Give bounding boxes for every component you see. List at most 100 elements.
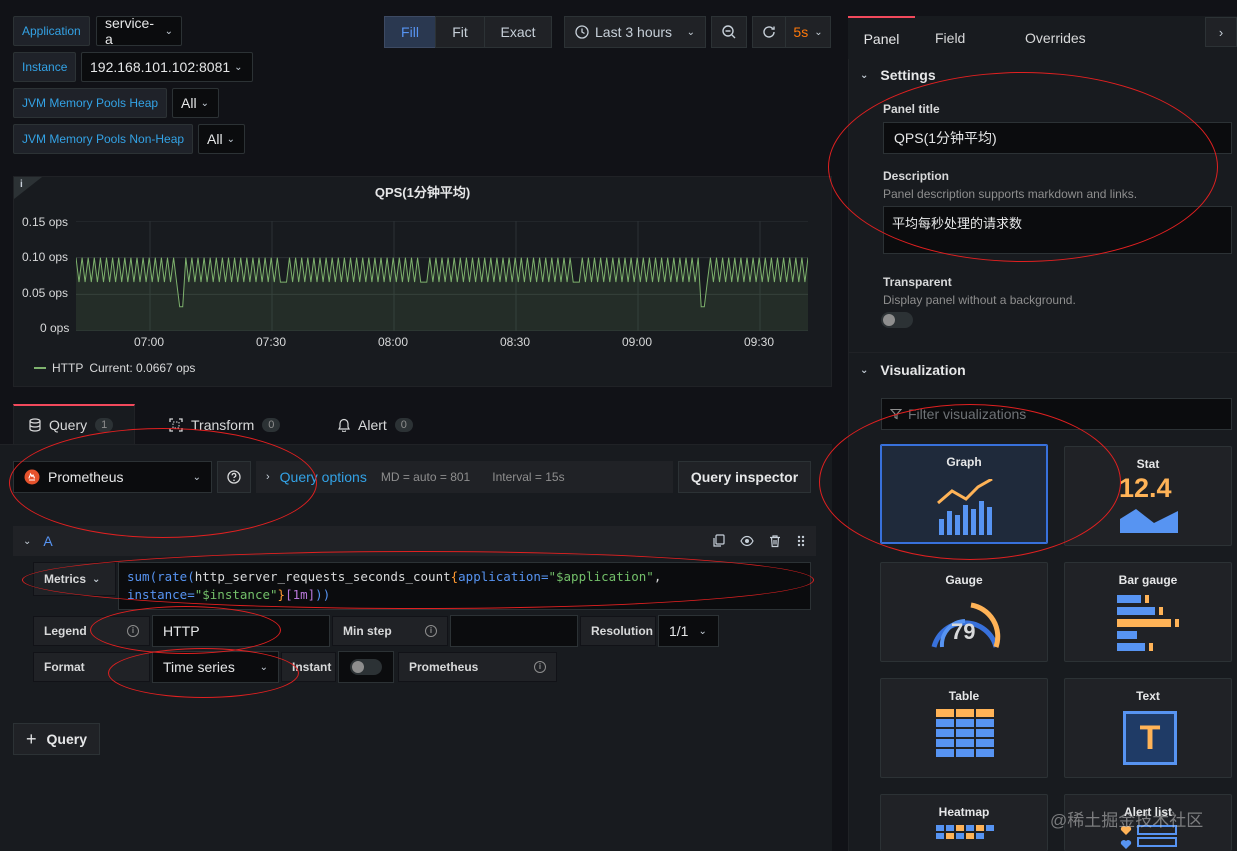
toggle-knob: [352, 661, 364, 673]
query-options-toggle[interactable]: Query options: [280, 469, 367, 485]
graph-viz-icon: [937, 479, 993, 535]
min-step-field-label: Min step i: [332, 616, 448, 646]
description-label: Description: [883, 169, 950, 183]
table-viz-icon: [936, 709, 994, 757]
viz-card-bar-gauge[interactable]: Bar gauge: [1064, 562, 1232, 662]
chevron-down-icon: ⌄: [259, 661, 268, 673]
tab-overrides[interactable]: Overrides: [1025, 30, 1086, 46]
tab-transform[interactable]: Transform 0: [153, 405, 296, 445]
viz-card-stat[interactable]: Stat 12.4: [1064, 446, 1232, 546]
format-select[interactable]: Time series ⌄: [152, 651, 279, 683]
tab-panel[interactable]: Panel: [848, 16, 915, 59]
min-step-label-text: Min step: [343, 624, 392, 638]
var-select-jvm-nonheap[interactable]: All ⌄: [198, 124, 245, 154]
info-icon[interactable]: i: [127, 625, 139, 637]
toggle-track: [350, 659, 382, 675]
var-select-jvm-heap[interactable]: All ⌄: [172, 88, 219, 118]
drag-handle-icon[interactable]: [796, 534, 806, 548]
series-area-http: [76, 257, 808, 331]
toggle-knob: [883, 314, 895, 326]
chevron-down-icon: ⌄: [234, 61, 243, 73]
min-step-input[interactable]: [450, 615, 578, 647]
panel-title-input[interactable]: QPS(1分钟平均): [883, 122, 1232, 154]
tab-alert[interactable]: Alert 0: [322, 405, 429, 445]
graph-legend[interactable]: HTTP Current: 0.0667 ops: [34, 361, 195, 375]
viz-card-heatmap[interactable]: Heatmap: [880, 794, 1048, 851]
clock-icon: [575, 25, 589, 39]
y-tick-label: 0.10 ops: [22, 250, 69, 264]
transparent-toggle[interactable]: [881, 312, 913, 328]
tab-query[interactable]: Query 1: [13, 405, 129, 445]
eye-icon[interactable]: [740, 534, 754, 548]
query-ref-id: A: [43, 533, 53, 549]
x-tick-label: 08:00: [378, 335, 409, 349]
settings-section-header[interactable]: ⌄ Settings: [860, 67, 936, 83]
x-tick-label: 09:30: [744, 335, 775, 349]
duplicate-icon[interactable]: [712, 534, 726, 548]
legend-current-value: Current: 0.0667 ops: [89, 361, 196, 375]
promql-editor[interactable]: sum(rate(http_server_requests_seconds_co…: [118, 562, 811, 610]
database-icon: [29, 418, 41, 432]
resolution-select[interactable]: 1/1 ⌄: [658, 615, 719, 647]
refresh-button[interactable]: [752, 16, 786, 48]
info-icon[interactable]: i: [534, 661, 546, 673]
chevron-right-icon: ›: [266, 471, 270, 483]
qps-chart[interactable]: [76, 221, 808, 331]
datasource-picker[interactable]: Prometheus ⌄: [13, 461, 212, 493]
resolution-value: 1/1: [669, 623, 689, 639]
time-range-picker[interactable]: Last 3 hours ⌄: [564, 16, 706, 48]
chevron-down-icon: ⌄: [92, 573, 101, 585]
description-hint: Panel description supports markdown and …: [883, 187, 1138, 201]
var-label-jvm-heap: JVM Memory Pools Heap: [13, 88, 168, 118]
instant-toggle[interactable]: [338, 651, 394, 683]
promql-label-key: application=: [458, 569, 549, 584]
query-options-bar[interactable]: › Query options MD = auto = 801 Interval…: [256, 461, 673, 493]
section-divider: [848, 352, 1237, 353]
tab-field[interactable]: Field: [935, 30, 965, 46]
format-field-label: Format: [33, 652, 150, 682]
refresh-interval-picker[interactable]: 5s ⌄: [785, 16, 831, 48]
viz-card-text[interactable]: Text T: [1064, 678, 1232, 778]
viz-card-graph[interactable]: Graph: [880, 444, 1048, 544]
viz-card-gauge[interactable]: Gauge 79: [880, 562, 1048, 662]
description-textarea[interactable]: 平均每秒处理的请求数: [883, 206, 1232, 254]
query-editor-area: [0, 444, 832, 851]
metrics-label[interactable]: Metrics ⌄: [33, 562, 116, 596]
var-value: All: [207, 131, 223, 147]
promql-string: "$instance": [194, 587, 278, 602]
promql-metric: http_server_requests_seconds_count: [194, 569, 451, 584]
filter-visualizations-input[interactable]: Filter visualizations: [881, 398, 1232, 430]
collapse-icon[interactable]: ⌄: [23, 536, 31, 547]
viz-name: Stat: [1136, 457, 1160, 471]
refresh-interval-value: 5s: [793, 24, 809, 40]
collapse-pane-button[interactable]: ›: [1205, 17, 1237, 47]
tab-count-badge: 1: [95, 418, 114, 432]
viz-card-table[interactable]: Table: [880, 678, 1048, 778]
bar-gauge-viz-icon: [1117, 595, 1179, 651]
visualization-section-header[interactable]: ⌄ Visualization: [860, 362, 966, 378]
chevron-down-icon: ⌄: [814, 26, 823, 38]
trash-icon[interactable]: [768, 534, 782, 548]
query-row-header[interactable]: ⌄ A: [13, 526, 816, 556]
info-icon[interactable]: i: [425, 625, 437, 637]
fill-button[interactable]: Fill: [384, 16, 436, 48]
chevron-down-icon: ⌄: [860, 69, 869, 81]
chevron-down-icon: ⌄: [698, 625, 707, 637]
add-query-button[interactable]: + Query: [13, 723, 100, 755]
chevron-down-icon: ⌄: [192, 471, 201, 483]
fit-button[interactable]: Fit: [435, 16, 485, 48]
x-tick-label: 08:30: [500, 335, 531, 349]
prometheus-icon: [24, 469, 40, 485]
var-select-application[interactable]: service-a ⌄: [96, 15, 182, 47]
legend-field-label: Legend i: [33, 616, 150, 646]
y-tick-label: 0.15 ops: [22, 215, 69, 229]
legend-format-input[interactable]: HTTP: [152, 615, 330, 647]
var-select-instance[interactable]: 192.168.101.102:8081 ⌄: [81, 52, 253, 82]
datasource-help-button[interactable]: [217, 461, 251, 493]
exact-button[interactable]: Exact: [484, 16, 552, 48]
zoom-out-button[interactable]: [711, 16, 747, 48]
tab-label: Transform: [191, 417, 255, 433]
query-inspector-button[interactable]: Query inspector: [678, 461, 811, 493]
filter-icon: [890, 408, 902, 420]
datasource-name: Prometheus: [48, 469, 124, 485]
